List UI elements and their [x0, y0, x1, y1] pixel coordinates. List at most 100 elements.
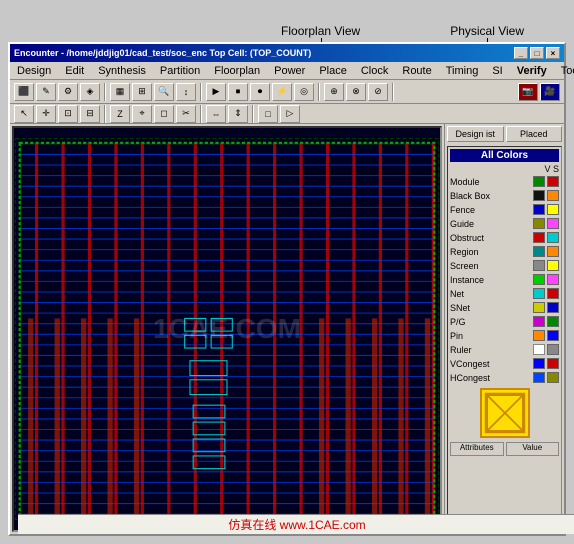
placed-btn[interactable]: Placed	[506, 126, 563, 142]
menu-power[interactable]: Power	[271, 64, 308, 78]
color-swatch-screen-s[interactable]	[547, 260, 559, 271]
tb2-btn-8[interactable]: ✂	[176, 105, 196, 123]
color-swatch-instance-v[interactable]	[533, 274, 545, 285]
color-swatch-pin-s[interactable]	[547, 330, 559, 341]
color-swatch-ruler-s[interactable]	[547, 344, 559, 355]
tb-btn-4[interactable]: ◈	[80, 83, 100, 101]
color-swatch-region-v[interactable]	[533, 246, 545, 257]
color-swatch-net-v[interactable]	[533, 288, 545, 299]
tb-btn-12[interactable]: ⚡	[272, 83, 292, 101]
tb2-btn-2[interactable]: ✛	[36, 105, 56, 123]
tb2-btn-11[interactable]: □	[258, 105, 278, 123]
color-swatch-obstruct-s[interactable]	[547, 232, 559, 243]
tb-btn-15[interactable]: ⊗	[346, 83, 366, 101]
window-controls: _ □ ×	[514, 47, 560, 59]
tb-btn-1[interactable]: ⬛	[14, 83, 34, 101]
color-panel-header: V S	[450, 164, 559, 174]
color-swatch-module-v[interactable]	[533, 176, 545, 187]
color-swatch-blackbox-s[interactable]	[547, 190, 559, 201]
bottom-watermark: 仿真在线 www.1CAE.com	[18, 514, 574, 534]
color-swatch-pg-v[interactable]	[533, 316, 545, 327]
tb-view-1[interactable]: 📷	[518, 83, 538, 101]
color-swatch-pin-v[interactable]	[533, 330, 545, 341]
menu-route[interactable]: Route	[399, 64, 434, 78]
color-swatch-guide-v[interactable]	[533, 218, 545, 229]
tb-view-2[interactable]: 🎥	[540, 83, 560, 101]
color-label-guide: Guide	[450, 219, 531, 229]
menu-clock[interactable]: Clock	[358, 64, 392, 78]
tb-btn-3[interactable]: ⚙	[58, 83, 78, 101]
tb-btn-11[interactable]: ⏺	[250, 83, 270, 101]
menu-place[interactable]: Place	[316, 64, 350, 78]
color-swatch-vcongest-v[interactable]	[533, 358, 545, 369]
attributes-row: Attributes Value	[450, 442, 559, 456]
design-btn[interactable]: Design ist	[447, 126, 504, 142]
color-row-pin: Pin	[450, 329, 559, 342]
menu-bar: Design Edit Synthesis Partition Floorpla…	[10, 62, 564, 80]
tb2-btn-5[interactable]: Z	[110, 105, 130, 123]
menu-timing[interactable]: Timing	[443, 64, 482, 78]
color-swatch-hcongest-s[interactable]	[547, 372, 559, 383]
color-label-snet: SNet	[450, 303, 531, 313]
minimize-button[interactable]: _	[514, 47, 528, 59]
tb2-btn-3[interactable]: ⊡	[58, 105, 78, 123]
color-swatch-region-s[interactable]	[547, 246, 559, 257]
tb-btn-6[interactable]: ⊞	[132, 83, 152, 101]
tb2-btn-6[interactable]: ⌖	[132, 105, 152, 123]
tb2-btn-9[interactable]: ⇔	[206, 105, 226, 123]
tb-btn-7[interactable]: 🔍	[154, 83, 174, 101]
color-swatch-instance-s[interactable]	[547, 274, 559, 285]
tb-btn-8[interactable]: ↕	[176, 83, 196, 101]
color-swatch-fence-s[interactable]	[547, 204, 559, 215]
tb-btn-9[interactable]: ▶	[206, 83, 226, 101]
color-swatch-module-s[interactable]	[547, 176, 559, 187]
menu-tools[interactable]: Tools	[558, 64, 574, 78]
tb2-btn-12[interactable]: ▷	[280, 105, 300, 123]
color-swatch-blackbox-v[interactable]	[533, 190, 545, 201]
toolbar2-sep-3	[252, 105, 254, 123]
tb2-btn-4[interactable]: ⊟	[80, 105, 100, 123]
color-row-region: Region	[450, 245, 559, 258]
vs-header: V S	[544, 164, 559, 174]
tb-btn-5[interactable]: ▦	[110, 83, 130, 101]
color-swatch-ruler-v[interactable]	[533, 344, 545, 355]
menu-verify[interactable]: Verify	[514, 64, 550, 78]
color-row-screen: Screen	[450, 259, 559, 272]
floorplan-svg	[14, 128, 440, 530]
menu-synthesis[interactable]: Synthesis	[95, 64, 149, 78]
maximize-button[interactable]: □	[530, 47, 544, 59]
color-row-vcongest: VCongest	[450, 357, 559, 370]
tb2-btn-1[interactable]: ↖	[14, 105, 34, 123]
color-swatch-hcongest-v[interactable]	[533, 372, 545, 383]
color-swatch-screen-v[interactable]	[533, 260, 545, 271]
tb-btn-2[interactable]: ✎	[36, 83, 56, 101]
tb-btn-16[interactable]: ⊘	[368, 83, 388, 101]
color-swatch-pg-s[interactable]	[547, 316, 559, 327]
color-swatch-vcongest-s[interactable]	[547, 358, 559, 369]
attributes-btn[interactable]: Attributes	[450, 442, 504, 456]
tb-btn-14[interactable]: ⊕	[324, 83, 344, 101]
design-placed-row: Design ist Placed	[447, 126, 562, 142]
color-swatch-fence-v[interactable]	[533, 204, 545, 215]
tb-btn-13[interactable]: ◎	[294, 83, 314, 101]
menu-partition[interactable]: Partition	[157, 64, 203, 78]
menu-design[interactable]: Design	[14, 64, 54, 78]
color-label-instance: Instance	[450, 275, 531, 285]
floorplan-canvas[interactable]: 1CAE.COM	[12, 126, 442, 532]
color-swatch-net-s[interactable]	[547, 288, 559, 299]
color-swatch-snet-s[interactable]	[547, 302, 559, 313]
menu-edit[interactable]: Edit	[62, 64, 87, 78]
color-row-hcongest: HCongest	[450, 371, 559, 384]
menu-si[interactable]: SI	[489, 64, 505, 78]
tb2-btn-7[interactable]: ◻	[154, 105, 174, 123]
menu-floorplan[interactable]: Floorplan	[211, 64, 263, 78]
color-swatch-guide-s[interactable]	[547, 218, 559, 229]
value-btn[interactable]: Value	[506, 442, 560, 456]
close-button[interactable]: ×	[546, 47, 560, 59]
color-swatch-snet-v[interactable]	[533, 302, 545, 313]
tb-btn-10[interactable]: ⏹	[228, 83, 248, 101]
color-label-module: Module	[450, 177, 531, 187]
color-swatch-obstruct-v[interactable]	[533, 232, 545, 243]
color-row-snet: SNet	[450, 301, 559, 314]
tb2-btn-10[interactable]: ⇕	[228, 105, 248, 123]
